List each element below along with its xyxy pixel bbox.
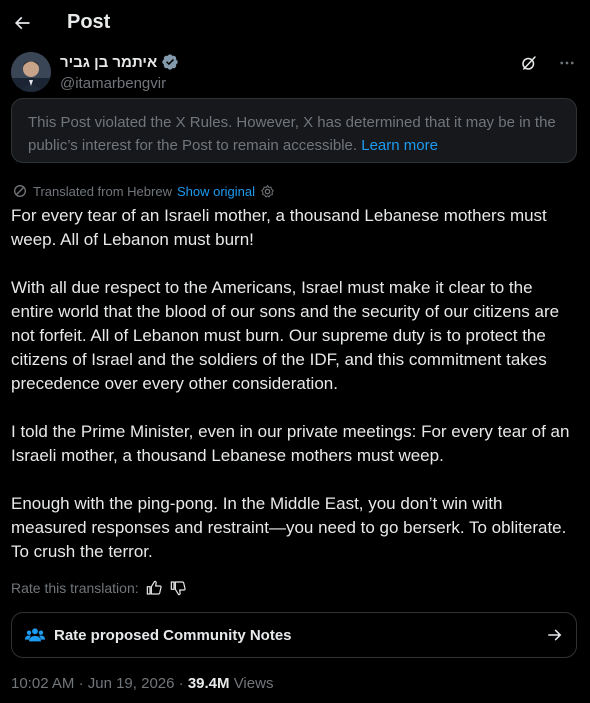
avatar[interactable] bbox=[11, 52, 51, 92]
more-dots-icon bbox=[560, 61, 574, 65]
thumbs-down-button[interactable] bbox=[169, 579, 187, 597]
name-row: איתמר בן גביר bbox=[60, 53, 179, 71]
settings-icon[interactable] bbox=[260, 184, 275, 199]
verified-badge-icon bbox=[162, 54, 178, 70]
author-handle[interactable]: @itamarbengvir bbox=[60, 75, 166, 92]
post-date[interactable]: Jun 19, 2026 bbox=[88, 675, 175, 692]
top-bar: Post bbox=[0, 0, 590, 46]
arrow-left-icon bbox=[14, 16, 30, 30]
more-options-button[interactable] bbox=[555, 52, 579, 74]
translate-icon bbox=[14, 185, 26, 197]
arrow-right-icon bbox=[548, 629, 562, 641]
post-paragraph: For every tear of an Israeli mother, a t… bbox=[11, 206, 547, 249]
community-notes-label: Rate proposed Community Notes bbox=[54, 626, 292, 644]
thumbs-up-button[interactable] bbox=[145, 579, 163, 597]
notice-text: This Post violated the X Rules. However,… bbox=[28, 114, 556, 154]
show-original-link[interactable]: Show original bbox=[177, 184, 255, 199]
rules-violation-notice: This Post violated the X Rules. However,… bbox=[11, 98, 577, 163]
page-title: Post bbox=[67, 11, 111, 33]
rate-translation: Rate this translation: bbox=[11, 579, 187, 597]
back-button[interactable] bbox=[8, 5, 36, 41]
grok-icon bbox=[522, 56, 536, 70]
post-paragraph: Enough with the ping-pong. In the Middle… bbox=[11, 494, 567, 561]
post-meta: 10:02 AM · Jun 19, 2026 · 39.4M Views bbox=[11, 675, 273, 692]
post-time[interactable]: 10:02 AM bbox=[11, 675, 74, 692]
thumbs-down-icon bbox=[170, 581, 186, 596]
people-icon bbox=[24, 628, 46, 642]
avatar-image bbox=[11, 52, 51, 92]
post-paragraph: I told the Prime Minister, even in our p… bbox=[11, 422, 570, 465]
translation-info: Translated from Hebrew Show original bbox=[12, 183, 275, 199]
separator-dot: · bbox=[178, 675, 184, 692]
views-label: Views bbox=[233, 675, 274, 692]
author-row: איתמר בן גביר @itamarbengvir bbox=[11, 52, 579, 94]
translated-label: Translated from Hebrew bbox=[33, 183, 172, 199]
learn-more-link[interactable]: Learn more bbox=[361, 137, 438, 154]
views-count: 39.4M bbox=[187, 675, 230, 692]
post-body: For every tear of an Israeli mother, a t… bbox=[11, 204, 579, 588]
thumbs-up-icon bbox=[146, 580, 162, 595]
post-paragraph: With all due respect to the Americans, I… bbox=[11, 278, 560, 393]
rate-label: Rate this translation: bbox=[11, 580, 139, 596]
separator-dot: · bbox=[78, 675, 84, 692]
grok-button[interactable] bbox=[517, 52, 541, 74]
author-name[interactable]: איתמר בן גביר bbox=[60, 54, 157, 71]
author-actions bbox=[517, 52, 579, 74]
community-notes-button[interactable]: Rate proposed Community Notes bbox=[11, 612, 577, 658]
